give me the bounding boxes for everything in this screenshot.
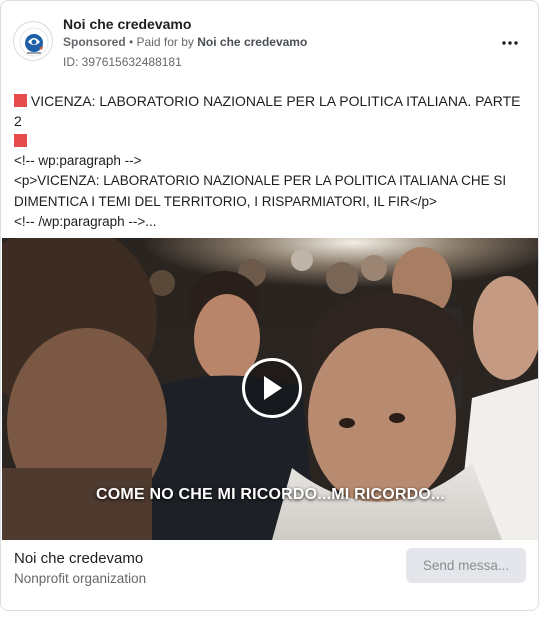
body-line: <!-- wp:paragraph -->	[14, 153, 142, 168]
ad-footer: Noi che credevamo Nonprofit organization…	[1, 540, 538, 610]
body-line: <!-- /wp:paragraph -->...	[14, 213, 157, 229]
body-line: DIMENTICA I TEMI DEL TERRITORIO, I RISPA…	[14, 193, 437, 209]
video-caption: COME NO CHE MI RICORDO...MI RICORDO...	[96, 486, 445, 503]
sponsored-label: Sponsored	[63, 35, 126, 49]
red-square-icon	[14, 134, 27, 147]
headline-text: VICENZA: LABORATORIO NAZIONALE PER LA PO…	[14, 93, 525, 129]
play-button[interactable]	[242, 358, 302, 418]
ad-body-text: <!-- wp:paragraph --> <p>VICENZA: LABORA…	[14, 151, 529, 232]
more-horizontal-icon	[502, 41, 518, 45]
sponsored-line: Sponsored • Paid for by Noi che credevam…	[63, 35, 307, 49]
ad-id: ID: 397615632488181	[63, 55, 182, 69]
more-options-button[interactable]	[498, 31, 522, 55]
paid-for-name: Noi che credevamo	[197, 35, 308, 49]
video-player[interactable]: COME NO CHE MI RICORDO...MI RICORDO...	[2, 238, 538, 540]
paid-for-prefix: • Paid for by	[129, 35, 194, 49]
red-square-icon	[14, 94, 27, 107]
page-avatar[interactable]	[13, 21, 53, 61]
body-line: <p>VICENZA: LABORATORIO NAZIONALE PER LA…	[14, 173, 507, 189]
page-logo-icon	[19, 27, 49, 57]
ad-card: Noi che credevamo Sponsored • Paid for b…	[0, 0, 539, 611]
footer-page-category: Nonprofit organization	[14, 571, 147, 586]
ad-headline: VICENZA: LABORATORIO NAZIONALE PER LA PO…	[14, 91, 524, 151]
play-icon	[264, 376, 282, 400]
ad-header: Noi che credevamo Sponsored • Paid for b…	[13, 15, 526, 71]
footer-page-name[interactable]: Noi che credevamo	[14, 550, 143, 567]
send-message-button[interactable]: Send messa...	[406, 548, 526, 583]
page-name[interactable]: Noi che credevamo	[63, 16, 191, 32]
